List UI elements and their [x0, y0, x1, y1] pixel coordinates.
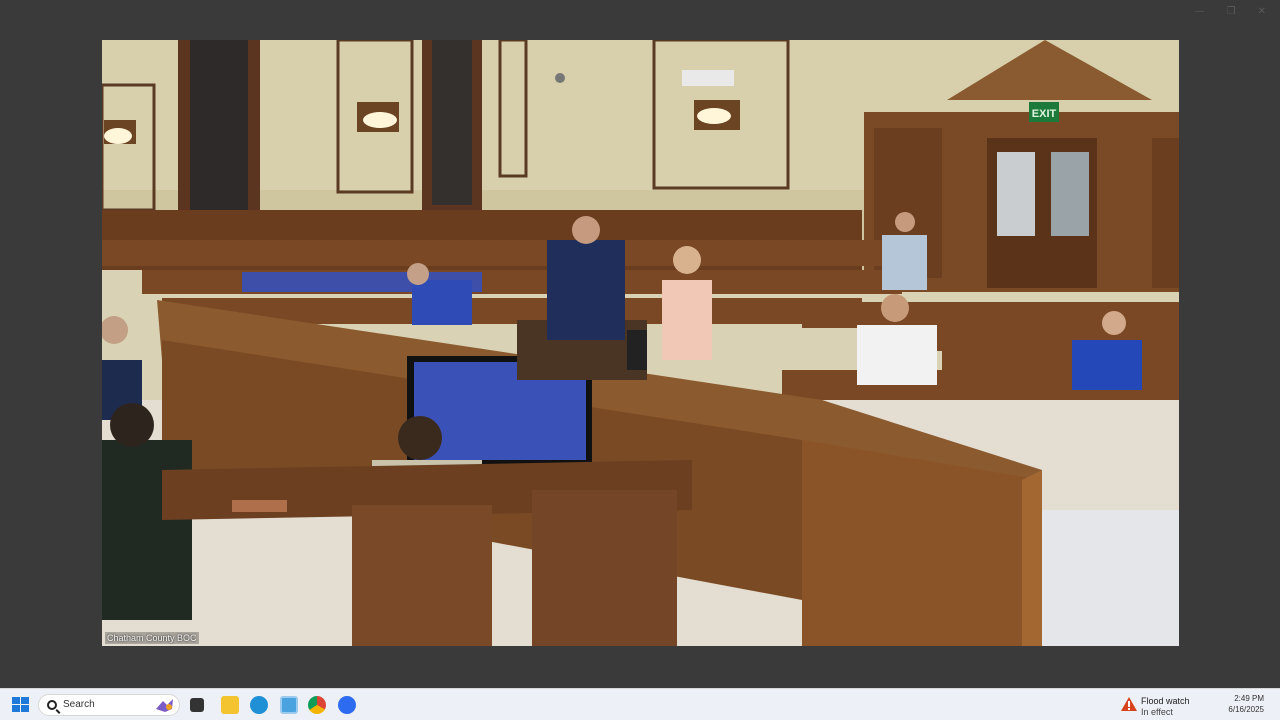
task-view-icon[interactable] [190, 698, 204, 712]
screen-capture-icon[interactable] [280, 696, 298, 714]
weather-widget[interactable]: Flood watch In effect [1119, 693, 1239, 717]
windows-start-icon[interactable] [12, 697, 30, 713]
system-clock[interactable]: 2:49 PM 6/16/2025 [1228, 693, 1264, 715]
exit-sign: EXIT [1032, 108, 1057, 120]
maximize-icon[interactable]: ❐ [1227, 6, 1236, 17]
clock-date: 6/16/2025 [1228, 705, 1264, 714]
chrome-icon[interactable] [308, 696, 326, 714]
meeting-video: EXIT Chatham County BOC [102, 40, 1179, 646]
weather-status: In effect [1141, 707, 1173, 717]
taskbar: Search Flood watch In effect 2:49 PM 6/1… [0, 688, 1280, 720]
search-placeholder: Search [63, 699, 95, 710]
taskbar-search[interactable]: Search [38, 694, 180, 716]
courtroom-scene: EXIT [102, 40, 1179, 646]
close-icon[interactable]: ✕ [1258, 6, 1266, 17]
video-source-label: Chatham County BOC [105, 632, 199, 644]
warning-icon [1121, 697, 1137, 711]
file-explorer-icon[interactable] [221, 696, 239, 714]
weather-title: Flood watch [1141, 696, 1190, 706]
edge-icon[interactable] [250, 696, 268, 714]
search-icon [47, 700, 57, 710]
clock-time: 2:49 PM [1234, 694, 1264, 703]
minimize-icon[interactable]: — [1195, 6, 1205, 17]
zoom-icon[interactable] [338, 696, 356, 714]
search-highlight-icon [156, 699, 173, 712]
window-controls: — ❐ ✕ [1195, 6, 1266, 17]
